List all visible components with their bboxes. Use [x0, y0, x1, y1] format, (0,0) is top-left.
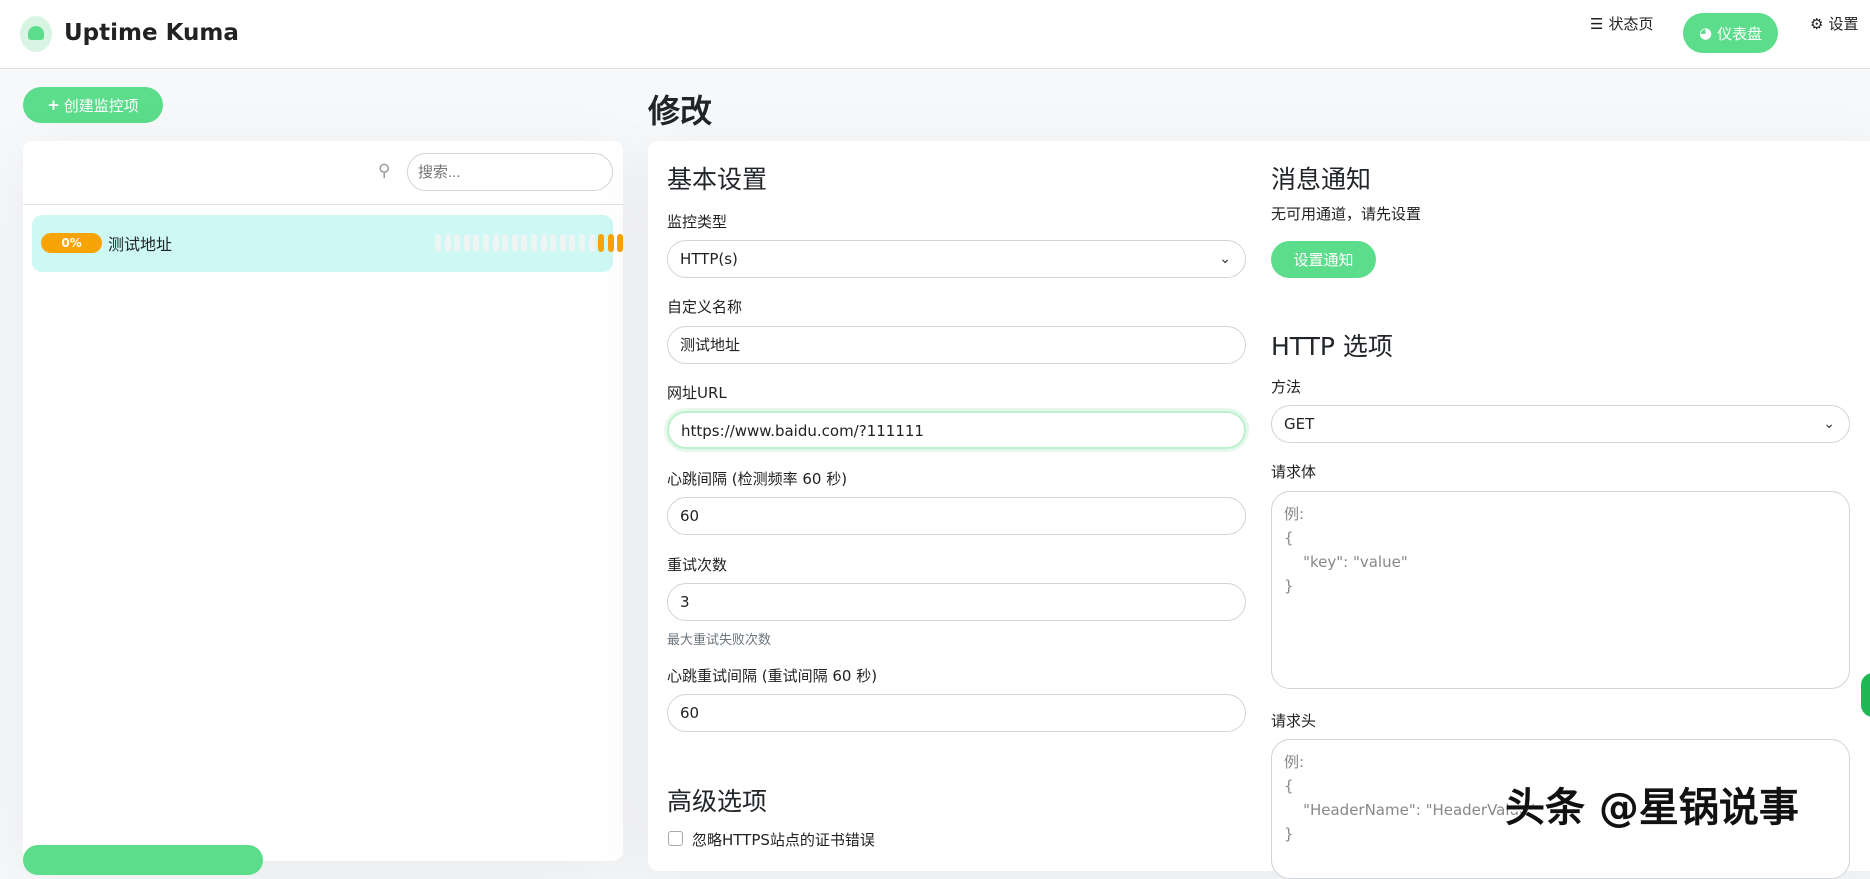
retry-interval-input[interactable]: 60 — [667, 694, 1246, 732]
body-label: 请求体 — [1271, 463, 1317, 481]
search-icon: ⚲ — [378, 161, 391, 181]
advanced-heading: 高级选项 — [667, 787, 768, 816]
interval-input[interactable]: 60 — [667, 497, 1246, 535]
nav-settings[interactable]: ⚙ 设置 — [1810, 13, 1858, 34]
floating-help-button[interactable] — [1858, 670, 1870, 720]
retries-help-text: 最大重试失败次数 — [667, 633, 772, 648]
friendly-name-input[interactable]: 测试地址 — [667, 326, 1246, 364]
brand-name[interactable]: Uptime Kuma — [64, 20, 239, 46]
heartbeat-tick — [550, 234, 557, 252]
list-icon: ☰ — [1590, 14, 1604, 33]
monitor-type-select[interactable]: HTTP(s) ⌄ — [667, 240, 1246, 278]
heartbeat-tick — [511, 234, 518, 252]
heartbeat-tick — [569, 234, 576, 252]
heartbeat-tick — [444, 234, 451, 252]
heartbeat-tick — [598, 234, 605, 252]
logo-icon — [20, 16, 52, 52]
heartbeat-tick — [483, 234, 489, 252]
search-input[interactable] — [407, 153, 613, 191]
retries-input[interactable]: 3 — [667, 583, 1246, 621]
heartbeat-tick — [559, 234, 566, 252]
heartbeat-tick — [540, 234, 547, 252]
plus-icon: + — [47, 96, 60, 114]
url-input[interactable]: https://www.baidu.com/?111111 — [667, 411, 1246, 449]
heartbeat-tick — [463, 234, 470, 252]
heartbeat-tick — [435, 234, 441, 252]
heartbeat-tick — [617, 234, 624, 252]
body-textarea[interactable]: 例: { "key": "value" } — [1271, 491, 1850, 689]
nav-dashboard[interactable]: ◕ 仪表盘 — [1683, 13, 1779, 53]
method-select[interactable]: GET ⌄ — [1271, 405, 1850, 443]
friendly-name-label: 自定义名称 — [667, 298, 743, 316]
ignore-tls-label: 忽略HTTPS站点的证书错误 — [692, 831, 875, 849]
heartbeat-tick — [502, 234, 509, 252]
setup-notification-button[interactable]: 设置通知 — [1271, 241, 1376, 278]
retries-label: 重试次数 — [667, 556, 728, 574]
create-monitor-button[interactable]: + 创建监控项 — [23, 87, 163, 123]
url-label: 网址URL — [667, 384, 727, 402]
method-label: 方法 — [1271, 378, 1302, 396]
monitor-type-label: 监控类型 — [667, 213, 728, 231]
basic-settings-heading: 基本设置 — [667, 165, 768, 194]
ignore-tls-checkbox[interactable] — [668, 831, 683, 846]
divider — [23, 204, 623, 205]
bottom-action-button[interactable] — [23, 845, 263, 875]
watermark: 头条 @星锅说事 — [1505, 785, 1799, 831]
http-options-heading: HTTP 选项 — [1271, 332, 1393, 361]
chevron-down-icon: ⌄ — [1823, 416, 1835, 432]
uptime-badge: 0% — [41, 233, 102, 253]
headers-label: 请求头 — [1271, 712, 1317, 730]
gear-icon: ⚙ — [1810, 14, 1824, 33]
no-notification-text: 无可用通道，请先设置 — [1271, 205, 1422, 223]
monitor-name: 测试地址 — [108, 235, 173, 254]
interval-label: 心跳间隔 (检测频率 60 秒) — [667, 470, 848, 488]
heartbeat-tick — [588, 234, 595, 252]
page-title: 修改 — [648, 92, 713, 130]
retry-interval-label: 心跳重试间隔 (重试间隔 60 秒) — [667, 667, 878, 685]
heartbeat-tick — [492, 234, 499, 252]
notifications-heading: 消息通知 — [1271, 165, 1372, 194]
heartbeat-tick — [521, 234, 528, 252]
dashboard-icon: ◕ — [1699, 24, 1713, 42]
heartbeat-tick — [531, 234, 537, 252]
nav-status-page[interactable]: ☰ 状态页 — [1590, 13, 1653, 34]
heartbeat-tick — [579, 234, 585, 252]
heartbeat-tick — [473, 234, 480, 252]
chevron-down-icon: ⌄ — [1219, 251, 1231, 267]
heartbeat-tick — [454, 234, 461, 252]
top-header: Uptime Kuma ☰ 状态页 ◕ 仪表盘 ⚙ 设置 — [0, 0, 1870, 69]
heartbeat-tick — [607, 234, 614, 252]
